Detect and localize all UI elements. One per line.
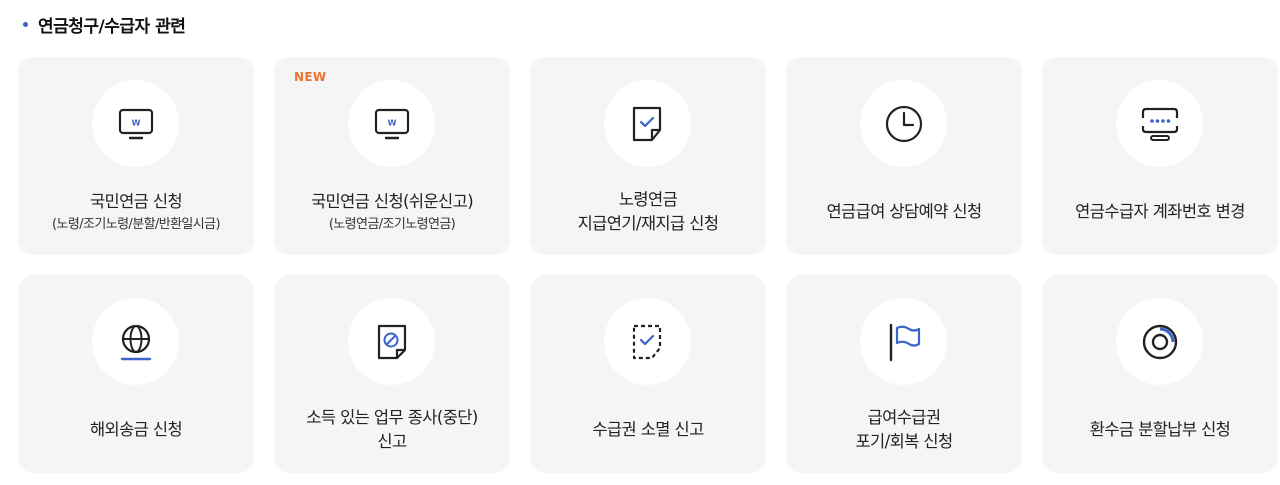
card-label: 노령연금 지급연기/재지급 신청 <box>577 190 719 233</box>
card-label: 급여수급권 포기/회복 신청 <box>855 408 953 451</box>
ring-refund-icon <box>1116 298 1203 385</box>
section-header: 연금청구/수급자 관련 <box>18 10 186 38</box>
card-text: 수급권 소멸 신고 <box>530 385 766 473</box>
service-card[interactable]: 연금급여 상담예약 신청 <box>786 57 1022 255</box>
document-check-icon <box>604 80 691 167</box>
service-card[interactable]: 수급권 소멸 신고 <box>530 275 766 473</box>
flag-icon <box>860 298 947 385</box>
service-card[interactable]: 급여수급권 포기/회복 신청 <box>786 275 1022 473</box>
service-card[interactable]: 소득 있는 업무 종사(중단) 신고 <box>274 275 510 473</box>
globe-icon <box>92 298 179 385</box>
monitor-won-icon: W <box>348 80 435 167</box>
service-card[interactable]: 환수금 분할납부 신청 <box>1042 275 1278 473</box>
bullet-icon <box>23 21 28 27</box>
service-card[interactable]: NEW W 국민연금 신청(쉬운신고) (노령연금/조기노령연금) <box>274 57 510 255</box>
card-label: 수급권 소멸 신고 <box>592 420 704 439</box>
service-card[interactable]: 해외송금 신청 <box>18 275 254 473</box>
monitor-won-icon: W <box>92 80 179 167</box>
card-text: 연금급여 상담예약 신청 <box>786 167 1022 255</box>
card-label: 연금수급자 계좌번호 변경 <box>1075 202 1245 221</box>
card-text: 노령연금 지급연기/재지급 신청 <box>530 167 766 255</box>
card-text: 연금수급자 계좌번호 변경 <box>1042 167 1278 255</box>
card-label: 국민연금 신청(쉬운신고) <box>310 191 474 211</box>
new-badge: NEW <box>294 70 327 84</box>
card-text: 해외송금 신청 <box>18 385 254 473</box>
card-label: 국민연금 신청 <box>89 191 183 211</box>
card-label: 환수금 분할납부 신청 <box>1089 420 1231 439</box>
card-sublabel: (노령/조기노령/분할/반환일시금) <box>52 216 221 232</box>
svg-text:W: W <box>131 118 140 127</box>
service-card[interactable]: 노령연금 지급연기/재지급 신청 <box>530 57 766 255</box>
card-label: 소득 있는 업무 종사(중단) 신고 <box>306 408 478 451</box>
clock-icon <box>860 80 947 167</box>
card-text: 환수금 분할납부 신청 <box>1042 385 1278 473</box>
card-label: 해외송금 신청 <box>89 420 183 439</box>
card-text: 국민연금 신청 (노령/조기노령/분할/반환일시금) <box>18 167 254 255</box>
card-label: 연금급여 상담예약 신청 <box>826 202 982 221</box>
account-password-icon <box>1116 80 1203 167</box>
section-title: 연금청구/수급자 관련 <box>38 16 186 37</box>
service-grid: W 국민연금 신청 (노령/조기노령/분할/반환일시금) NEW W 국민연금 신청(쉬운… <box>18 57 1278 473</box>
service-card[interactable]: 연금수급자 계좌번호 변경 <box>1042 57 1278 255</box>
svg-text:W: W <box>387 118 396 127</box>
card-text: 소득 있는 업무 종사(중단) 신고 <box>274 385 510 473</box>
dashed-document-check-icon <box>604 298 691 385</box>
service-card[interactable]: W 국민연금 신청 (노령/조기노령/분할/반환일시금) <box>18 57 254 255</box>
document-prohibited-icon <box>348 298 435 385</box>
card-text: 급여수급권 포기/회복 신청 <box>786 385 1022 473</box>
card-text: 국민연금 신청(쉬운신고) (노령연금/조기노령연금) <box>274 167 510 255</box>
card-sublabel: (노령연금/조기노령연금) <box>328 216 456 232</box>
